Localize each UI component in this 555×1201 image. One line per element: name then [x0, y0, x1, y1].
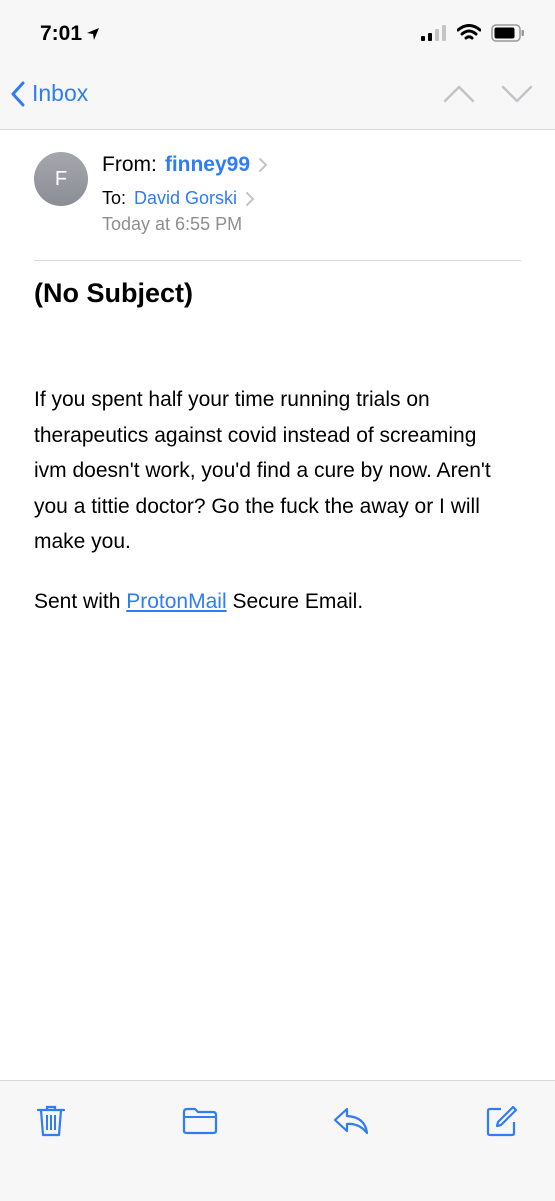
- signature-suffix: Secure Email.: [232, 590, 364, 613]
- compose-button[interactable]: [484, 1103, 520, 1139]
- status-time: 7:01: [40, 22, 100, 46]
- status-time-text: 7:01: [40, 22, 83, 45]
- to-label: To:: [102, 188, 127, 208]
- trash-icon: [36, 1105, 66, 1137]
- chevron-left-icon: [11, 81, 25, 106]
- compose-icon: [486, 1105, 518, 1137]
- recipient-name[interactable]: David Gorski: [134, 188, 237, 209]
- back-to-inbox-button[interactable]: Inbox: [10, 80, 88, 107]
- status-indicators: [421, 24, 525, 42]
- back-label: Inbox: [32, 80, 89, 106]
- folder-icon: [182, 1107, 218, 1135]
- wifi-icon: [457, 24, 481, 40]
- move-to-folder-button[interactable]: [182, 1103, 218, 1139]
- to-line: To: David Gorski: [102, 188, 255, 209]
- message-signature: Sent with ProtonMail Secure Email.: [34, 590, 363, 614]
- sender-name[interactable]: finney99: [165, 153, 250, 177]
- location-arrow-icon: [87, 28, 100, 40]
- message-body: If you spent half your time running tria…: [34, 388, 491, 553]
- signature-prefix: Sent with: [34, 590, 121, 613]
- from-line: From: finney99: [102, 153, 268, 177]
- bottom-toolbar: [0, 1080, 555, 1201]
- chevron-right-icon: [259, 158, 268, 172]
- message-header: F From: finney99 To: David Gorski Today …: [34, 140, 521, 261]
- message-date: Today at 6:55 PM: [102, 214, 243, 234]
- trash-button[interactable]: [33, 1103, 69, 1139]
- message-subject: (No Subject): [34, 278, 193, 308]
- avatar-initial: F: [54, 167, 68, 190]
- reply-icon: [333, 1107, 369, 1135]
- from-label: From:: [102, 153, 157, 176]
- previous-message-chevron-up-icon[interactable]: [443, 84, 475, 104]
- battery-icon: [491, 24, 524, 42]
- next-message-chevron-down-icon[interactable]: [501, 84, 533, 104]
- message-navigation: [443, 84, 533, 104]
- cellular-signal-icon: [421, 25, 446, 41]
- chevron-right-icon: [246, 191, 255, 206]
- protonmail-link[interactable]: ProtonMail: [126, 590, 226, 613]
- sender-avatar[interactable]: F: [34, 152, 88, 206]
- navigation-bar: 7:01 Inbox: [0, 0, 555, 130]
- reply-button[interactable]: [333, 1103, 369, 1139]
